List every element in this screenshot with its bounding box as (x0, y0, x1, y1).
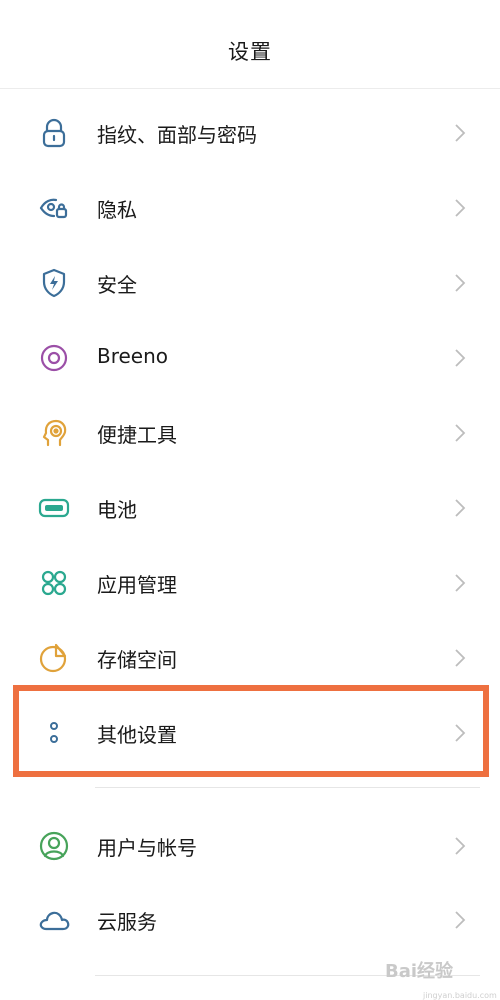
page-title: 设置 (228, 40, 272, 64)
settings-page: 设置 指纹、面部与密码 隐私 安全 Breeno 便捷工具 电池 应用管理 存储… (0, 0, 500, 1000)
highlight-box (13, 685, 489, 777)
settings-item-label: 指纹、面部与密码 (97, 123, 257, 147)
settings-item-cloud[interactable]: 云服务 (0, 882, 500, 957)
settings-item-label: 便捷工具 (97, 423, 177, 447)
app-grid-icon (36, 565, 72, 601)
settings-item-tools[interactable]: 便捷工具 (0, 395, 500, 470)
baidu-jingyan-watermark: Bai经验 jingyan.baidu.com (385, 960, 497, 1000)
lock-icon (36, 115, 72, 151)
chevron-right-icon (452, 196, 468, 220)
battery-icon (36, 490, 72, 526)
settings-item-label: 应用管理 (97, 573, 177, 597)
settings-item-label: 安全 (97, 273, 137, 297)
settings-item-apps[interactable]: 应用管理 (0, 545, 500, 620)
settings-item-security[interactable]: 安全 (0, 245, 500, 320)
settings-item-battery[interactable]: 电池 (0, 470, 500, 545)
settings-item-privacy[interactable]: 隐私 (0, 170, 500, 245)
settings-item-label: 隐私 (97, 198, 137, 222)
settings-item-breeno[interactable]: Breeno (0, 320, 500, 395)
header: 设置 (0, 0, 500, 89)
chevron-right-icon (452, 834, 468, 858)
chevron-right-icon (452, 646, 468, 670)
chevron-right-icon (452, 346, 468, 370)
watermark-subtext: jingyan.baidu.com (423, 991, 497, 1000)
chevron-right-icon (452, 121, 468, 145)
shield-bolt-icon (36, 265, 72, 301)
pie-chart-icon (36, 640, 72, 676)
user-circle-icon (36, 828, 72, 864)
settings-item-label: 用户与帐号 (97, 836, 197, 860)
settings-item-label: 电池 (97, 498, 137, 522)
breeno-ring-icon (36, 340, 72, 376)
chevron-right-icon (452, 496, 468, 520)
head-gear-icon (36, 415, 72, 451)
chevron-right-icon (452, 421, 468, 445)
chevron-right-icon (452, 271, 468, 295)
cloud-icon (36, 902, 72, 938)
chevron-right-icon (452, 571, 468, 595)
chevron-right-icon (452, 908, 468, 932)
settings-item-accounts[interactable]: 用户与帐号 (0, 808, 500, 883)
settings-item-fingerprint[interactable]: 指纹、面部与密码 (0, 95, 500, 170)
settings-item-label: 云服务 (97, 910, 157, 934)
settings-item-storage[interactable]: 存储空间 (0, 620, 500, 695)
section-divider (95, 787, 480, 788)
watermark-text: Bai经验 (385, 961, 454, 982)
settings-item-label: Breeno (97, 344, 169, 368)
settings-item-label: 存储空间 (97, 648, 177, 672)
privacy-eye-icon (36, 190, 72, 226)
